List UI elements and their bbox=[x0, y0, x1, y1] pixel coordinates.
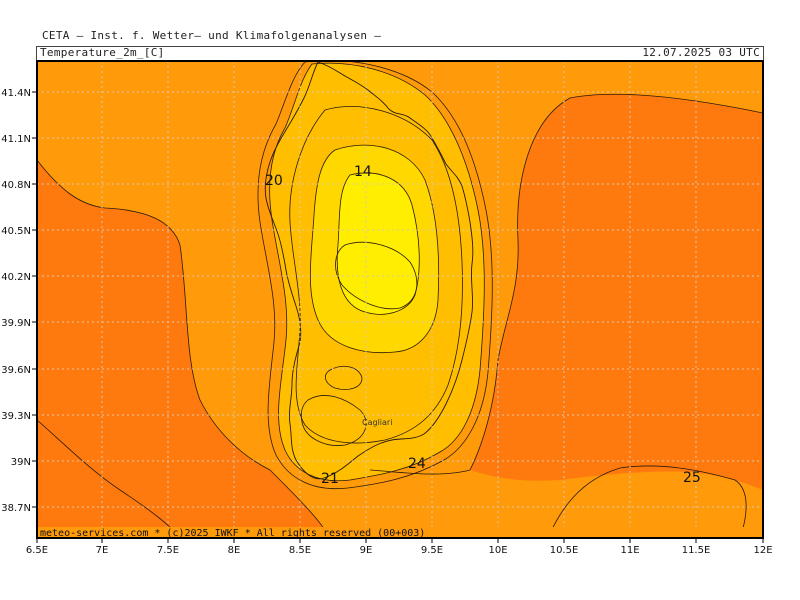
lat-label: 41.4N bbox=[1, 88, 31, 99]
lon-label: 10E bbox=[488, 545, 507, 556]
lon-label: 9.5E bbox=[421, 545, 443, 556]
contour-label-14: 14 bbox=[354, 164, 372, 180]
lat-label: 40.5N bbox=[1, 226, 31, 237]
lon-label: 8.5E bbox=[289, 545, 311, 556]
contour-label-20: 20 bbox=[265, 173, 283, 189]
lon-label: 7E bbox=[96, 545, 109, 556]
lat-label: 39.6N bbox=[1, 365, 31, 376]
lat-label: 40.8N bbox=[1, 180, 31, 191]
map-field bbox=[37, 61, 763, 538]
latitude-labels: 41.4N 41.1N 40.8N 40.5N 40.2N 39.9N 39.6… bbox=[1, 88, 31, 514]
lon-label: 11E bbox=[620, 545, 639, 556]
contour-label-21: 21 bbox=[321, 471, 339, 487]
lon-label: 6.5E bbox=[26, 545, 48, 556]
lon-label: 7.5E bbox=[157, 545, 179, 556]
map-svg: 14 20 21 24 25 Cagliari meteo-services.c… bbox=[1, 60, 773, 556]
contour-label-25: 25 bbox=[683, 470, 701, 486]
lon-label: 8E bbox=[228, 545, 241, 556]
lat-label: 38.7N bbox=[1, 503, 31, 514]
lon-label: 12E bbox=[753, 545, 772, 556]
contour-label-24: 24 bbox=[408, 456, 426, 472]
longitude-labels: 6.5E 7E 7.5E 8E 8.5E 9E 9.5E 10E 10.5E 1… bbox=[26, 545, 773, 556]
lon-label: 11.5E bbox=[682, 545, 711, 556]
lat-label: 41.1N bbox=[1, 134, 31, 145]
lat-label: 39.9N bbox=[1, 318, 31, 329]
lat-label: 39.3N bbox=[1, 411, 31, 422]
city-label-cagliari: Cagliari bbox=[362, 418, 392, 427]
lon-label: 9E bbox=[360, 545, 373, 556]
lat-label: 40.2N bbox=[1, 272, 31, 283]
lat-label: 39N bbox=[11, 457, 31, 468]
lon-label: 10.5E bbox=[550, 545, 579, 556]
